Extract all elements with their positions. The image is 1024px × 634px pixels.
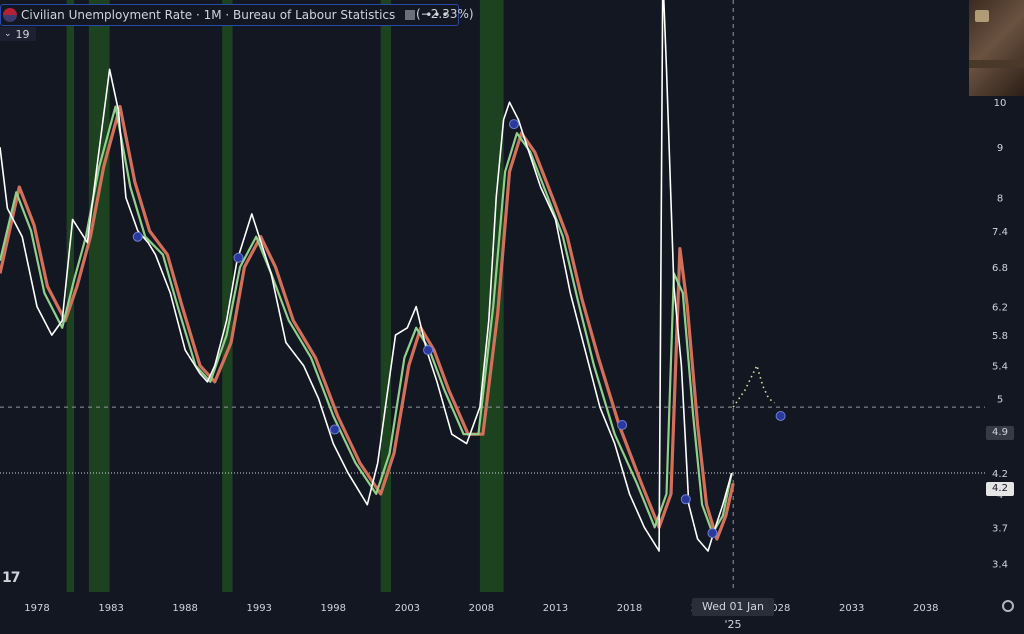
chart-canvas[interactable]: 3.43.744.24.655.45.86.26.87.489101112 19…: [0, 0, 1024, 624]
signal-marker: [680, 494, 691, 505]
y-tick-label: 7.4: [992, 227, 1008, 238]
x-tick-label: 2013: [543, 603, 568, 614]
lamp-shape: [975, 10, 989, 22]
shelf-shape: [969, 60, 1024, 68]
y-tick-label: 6.8: [992, 263, 1008, 274]
indicator-count: 19: [15, 27, 30, 41]
signal-marker: [508, 119, 519, 130]
webcam-overlay: [969, 0, 1024, 96]
symbol-legend[interactable]: Civilian Unemployment Rate · 1M · Bureau…: [0, 4, 459, 26]
chevron-down-icon: ⌄: [4, 29, 12, 39]
y-tick-label: 10: [994, 98, 1007, 109]
signal-marker: [775, 410, 786, 421]
x-tick-label: 2008: [469, 603, 494, 614]
x-tick-label: 2038: [913, 603, 938, 614]
signal-marker: [233, 252, 244, 263]
indicators-toggle[interactable]: ⌄ 19: [0, 27, 36, 41]
x-tick-label: 1983: [98, 603, 123, 614]
y-tick-label: 3.7: [992, 523, 1008, 534]
y-tick-label: 8: [997, 194, 1003, 205]
x-tick-label: 1978: [24, 603, 49, 614]
recession-band: [380, 0, 392, 592]
y-tick-label: 5: [997, 395, 1003, 406]
us-flag-icon: [3, 8, 17, 22]
change-percent: (−2.33%): [416, 7, 474, 21]
x-tick-label: 1998: [321, 603, 346, 614]
x-tick-label: 1993: [246, 603, 271, 614]
signal-marker: [132, 231, 143, 242]
x-tick-label: 2018: [617, 603, 642, 614]
tradingview-logo[interactable]: 17: [2, 570, 21, 586]
x-tick-label: 1988: [172, 603, 197, 614]
x-tick-label: 2003: [395, 603, 420, 614]
signal-marker: [707, 528, 718, 539]
signal-marker: [423, 345, 434, 356]
y-tick-label: 5.4: [992, 362, 1008, 373]
signal-marker: [617, 419, 628, 430]
square-icon[interactable]: [405, 10, 416, 20]
y-tick-label: 5.8: [992, 331, 1008, 342]
crosshair-date-label: Wed 01 Jan '25: [692, 598, 774, 631]
symbol-title: Civilian Unemployment Rate · 1M · Bureau…: [21, 8, 396, 22]
gear-icon[interactable]: [1002, 600, 1014, 612]
y-tick-label: 3.4: [992, 559, 1008, 570]
y-tick-label: 9: [997, 143, 1003, 154]
crosshair-price-label: 4.9: [986, 426, 1014, 440]
last-price-label: 4.2: [986, 482, 1014, 496]
signal-marker: [329, 424, 340, 435]
x-tick-label: 2033: [839, 603, 864, 614]
y-tick-label: 4.2: [992, 469, 1008, 480]
y-tick-label: 6.2: [992, 303, 1008, 314]
